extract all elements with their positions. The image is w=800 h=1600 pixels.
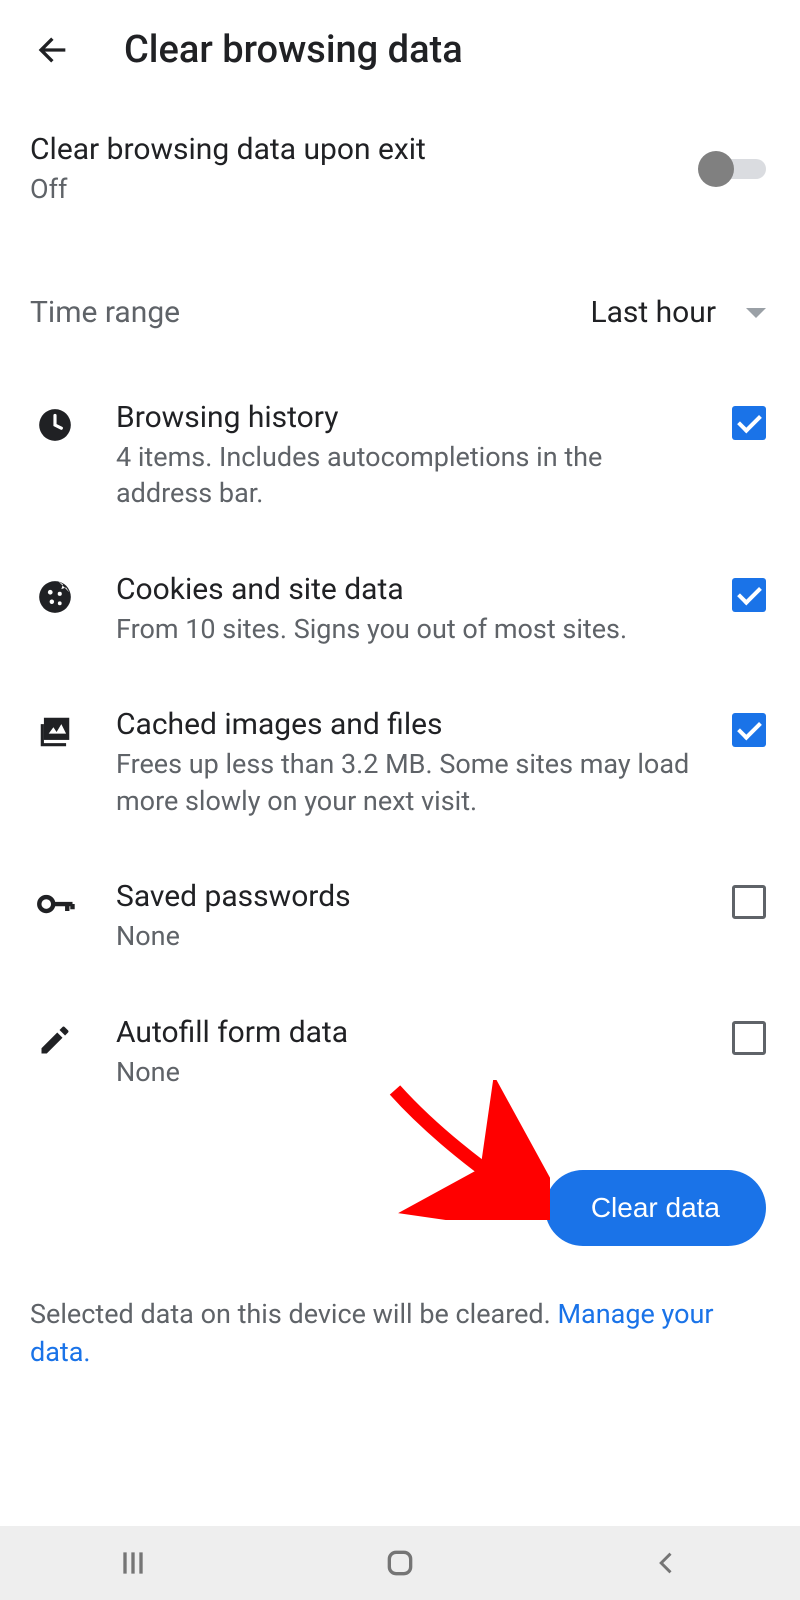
chevron-left-icon	[653, 1549, 681, 1577]
back-button[interactable]	[30, 28, 74, 72]
list-item-cached-images[interactable]: Cached images and files Frees up less th…	[0, 677, 800, 849]
clear-data-button[interactable]: Clear data	[545, 1170, 766, 1246]
clear-on-exit-label: Clear browsing data upon exit	[30, 132, 426, 167]
list-item-title: Saved passwords	[116, 879, 692, 914]
app-header: Clear browsing data	[0, 0, 800, 92]
time-range-dropdown[interactable]: Last hour	[590, 295, 766, 330]
list-item-autofill[interactable]: Autofill form data None	[0, 985, 800, 1120]
image-stack-icon	[34, 711, 76, 753]
clear-button-area: Clear data	[0, 1120, 800, 1276]
list-item-title: Cookies and site data	[116, 572, 692, 607]
list-item-desc: None	[116, 918, 692, 954]
android-navbar	[0, 1526, 800, 1600]
list-item-text: Cached images and files Frees up less th…	[116, 707, 692, 819]
clear-on-exit-toggle[interactable]	[706, 159, 766, 179]
time-range-value: Last hour	[590, 295, 716, 330]
list-item-text: Cookies and site data From 10 sites. Sig…	[116, 572, 692, 647]
list-item-desc: 4 items. Includes autocompletions in the…	[116, 439, 692, 512]
clear-on-exit-row[interactable]: Clear browsing data upon exit Off	[0, 92, 800, 205]
list-item-desc: Frees up less than 3.2 MB. Some sites ma…	[116, 746, 692, 819]
list-item-text: Saved passwords None	[116, 879, 692, 954]
cookie-icon	[34, 576, 76, 618]
clock-icon	[34, 404, 76, 446]
arrow-left-icon	[32, 30, 72, 70]
list-item-desc: None	[116, 1054, 692, 1090]
page-title: Clear browsing data	[124, 28, 463, 72]
home-icon	[384, 1547, 416, 1579]
pencil-icon	[34, 1019, 76, 1061]
list-item-browsing-history[interactable]: Browsing history 4 items. Includes autoc…	[0, 370, 800, 542]
back-nav-button[interactable]	[627, 1543, 707, 1583]
footer-info: Selected data on this device will be cle…	[0, 1276, 800, 1372]
list-item-title: Autofill form data	[116, 1015, 692, 1050]
footer-text: Selected data on this device will be cle…	[30, 1298, 557, 1330]
checkbox-cookies[interactable]	[732, 578, 766, 612]
clear-on-exit-text: Clear browsing data upon exit Off	[30, 132, 426, 205]
list-item-desc: From 10 sites. Signs you out of most sit…	[116, 611, 692, 647]
checkbox-autofill[interactable]	[732, 1021, 766, 1055]
list-item-text: Browsing history 4 items. Includes autoc…	[116, 400, 692, 512]
key-icon	[34, 883, 76, 925]
list-item-text: Autofill form data None	[116, 1015, 692, 1090]
toggle-knob-icon	[698, 151, 734, 187]
list-item-saved-passwords[interactable]: Saved passwords None	[0, 849, 800, 984]
chevron-down-icon	[746, 308, 766, 318]
time-range-label: Time range	[30, 295, 180, 330]
list-item-title: Browsing history	[116, 400, 692, 435]
time-range-row[interactable]: Time range Last hour	[0, 205, 800, 340]
list-item-cookies[interactable]: Cookies and site data From 10 sites. Sig…	[0, 542, 800, 677]
list-item-title: Cached images and files	[116, 707, 692, 742]
recents-button[interactable]	[93, 1543, 173, 1583]
data-type-list: Browsing history 4 items. Includes autoc…	[0, 340, 800, 1120]
checkbox-browsing-history[interactable]	[732, 406, 766, 440]
checkbox-saved-passwords[interactable]	[732, 885, 766, 919]
clear-on-exit-status: Off	[30, 173, 426, 205]
home-button[interactable]	[360, 1543, 440, 1583]
recents-icon	[117, 1547, 149, 1579]
checkbox-cached-images[interactable]	[732, 713, 766, 747]
